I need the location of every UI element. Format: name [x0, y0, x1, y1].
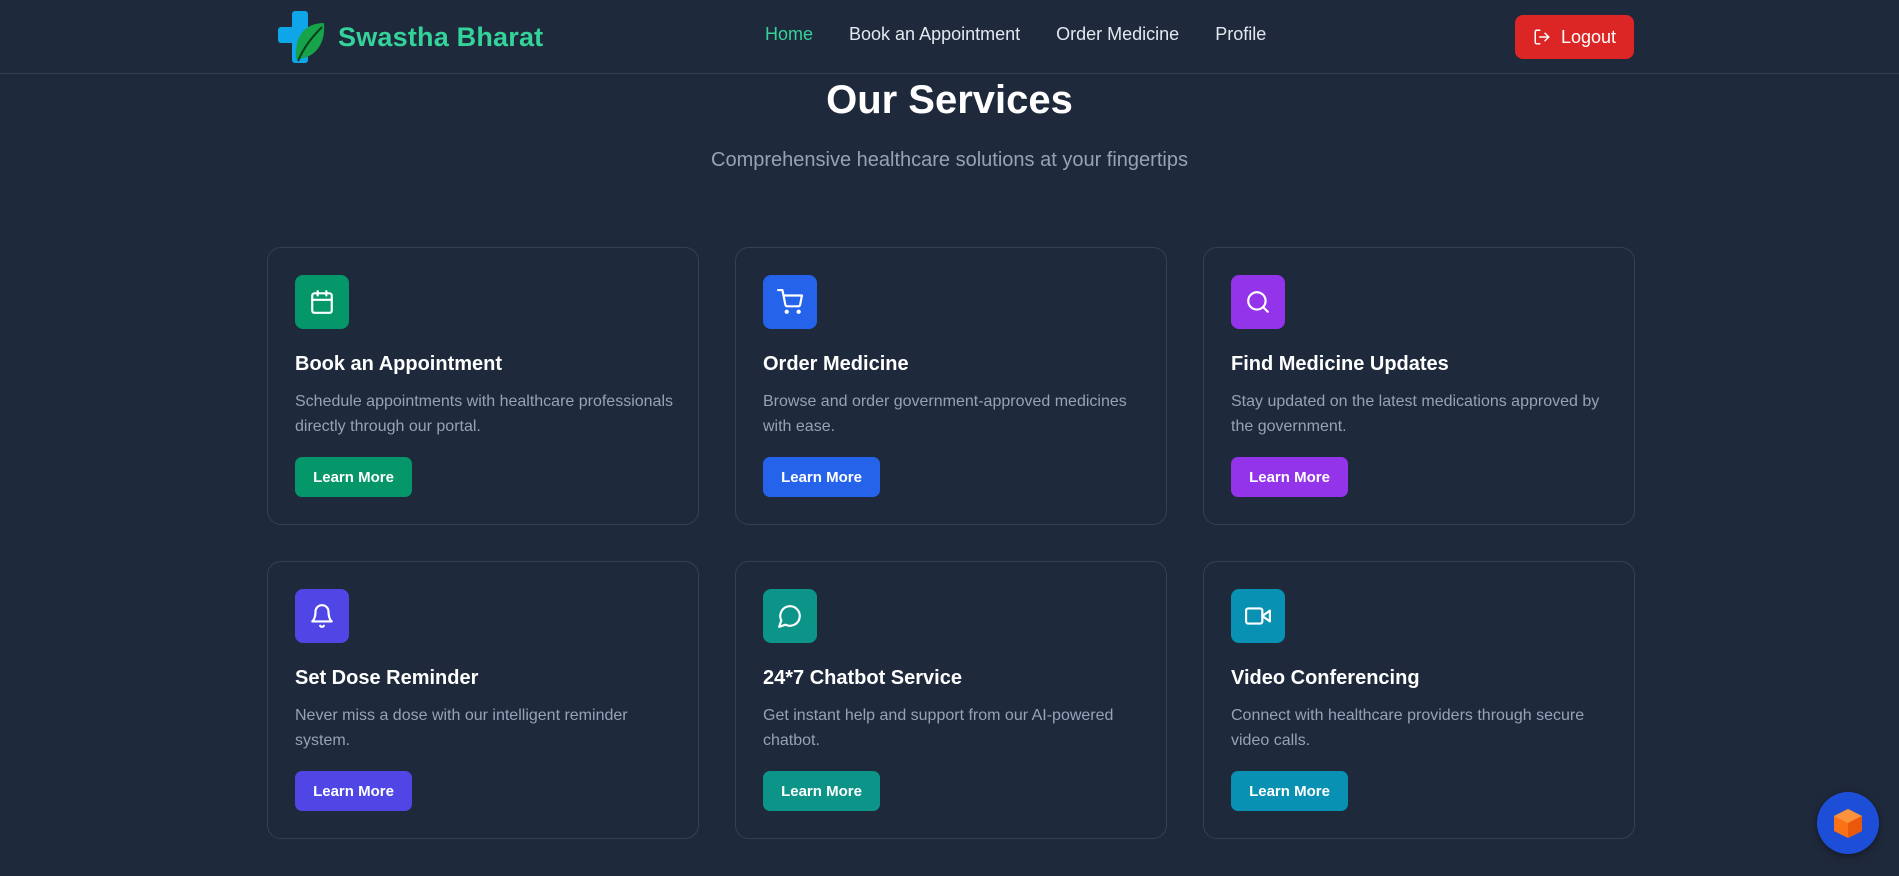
- navbar: Swastha Bharat Home Book an Appointment …: [0, 0, 1899, 74]
- learn-more-button[interactable]: Learn More: [1231, 771, 1348, 811]
- icon-box: [1231, 589, 1285, 643]
- bell-icon: [311, 604, 333, 628]
- learn-more-button[interactable]: Learn More: [1231, 457, 1348, 497]
- cart-icon: [777, 289, 803, 314]
- service-card-order-medicine: Order Medicine Browse and order governme…: [735, 247, 1167, 525]
- service-card-video-conferencing: Video Conferencing Connect with healthca…: [1203, 561, 1635, 839]
- nav-book-appointment[interactable]: Book an Appointment: [849, 24, 1020, 45]
- card-description: Never miss a dose with our intelligent r…: [295, 707, 628, 749]
- brand[interactable]: Swastha Bharat: [276, 10, 543, 64]
- brand-name: Swastha Bharat: [338, 21, 544, 52]
- search-icon: [1247, 291, 1269, 313]
- card-description: Stay updated on the latest medications a…: [1231, 393, 1600, 435]
- learn-more-button[interactable]: Learn More: [763, 771, 880, 811]
- floating-chat-button[interactable]: [1817, 792, 1879, 854]
- services-subtitle: Comprehensive healthcare solutions at yo…: [711, 149, 1188, 171]
- icon-box: [763, 275, 817, 329]
- service-card-chatbot: 24*7 Chatbot Service Get instant help an…: [735, 561, 1167, 839]
- card-title: Order Medicine: [763, 353, 909, 375]
- chat-bubble-icon: [778, 605, 801, 628]
- service-card-dose-reminder: Set Dose Reminder Never miss a dose with…: [267, 561, 699, 839]
- icon-box: [763, 589, 817, 643]
- icon-box: [295, 275, 349, 329]
- service-card-medicine-updates: Find Medicine Updates Stay updated on th…: [1203, 247, 1635, 525]
- icon-box: [1231, 275, 1285, 329]
- nav-home[interactable]: Home: [765, 24, 813, 45]
- nav-profile[interactable]: Profile: [1215, 24, 1266, 45]
- card-description: Get instant help and support from our AI…: [763, 707, 1114, 749]
- cube-icon: [1834, 809, 1862, 838]
- service-card-book-appointment: Book an Appointment Schedule appointment…: [267, 247, 699, 525]
- card-title: 24*7 Chatbot Service: [763, 667, 962, 689]
- card-description: Schedule appointments with healthcare pr…: [295, 393, 674, 435]
- logout-icon: [1534, 29, 1550, 45]
- learn-more-button[interactable]: Learn More: [295, 771, 412, 811]
- learn-more-button[interactable]: Learn More: [295, 457, 412, 497]
- card-title: Set Dose Reminder: [295, 667, 479, 689]
- main-nav: Home Book an Appointment Order Medicine …: [765, 24, 1266, 45]
- card-description: Browse and order government-approved med…: [763, 393, 1127, 435]
- card-description: Connect with healthcare providers throug…: [1231, 707, 1585, 749]
- learn-more-button[interactable]: Learn More: [763, 457, 880, 497]
- calendar-icon: [311, 290, 333, 314]
- services-title: Our Services: [826, 78, 1073, 122]
- card-title: Find Medicine Updates: [1231, 353, 1449, 375]
- logout-button[interactable]: Logout: [1515, 15, 1634, 59]
- logout-label: Logout: [1560, 26, 1617, 47]
- card-title: Video Conferencing: [1231, 667, 1420, 689]
- video-camera-icon: [1245, 607, 1271, 625]
- swastha-bharat-logo: [278, 11, 325, 63]
- card-title: Book an Appointment: [295, 353, 503, 375]
- nav-order-medicine[interactable]: Order Medicine: [1056, 24, 1179, 45]
- icon-box: [295, 589, 349, 643]
